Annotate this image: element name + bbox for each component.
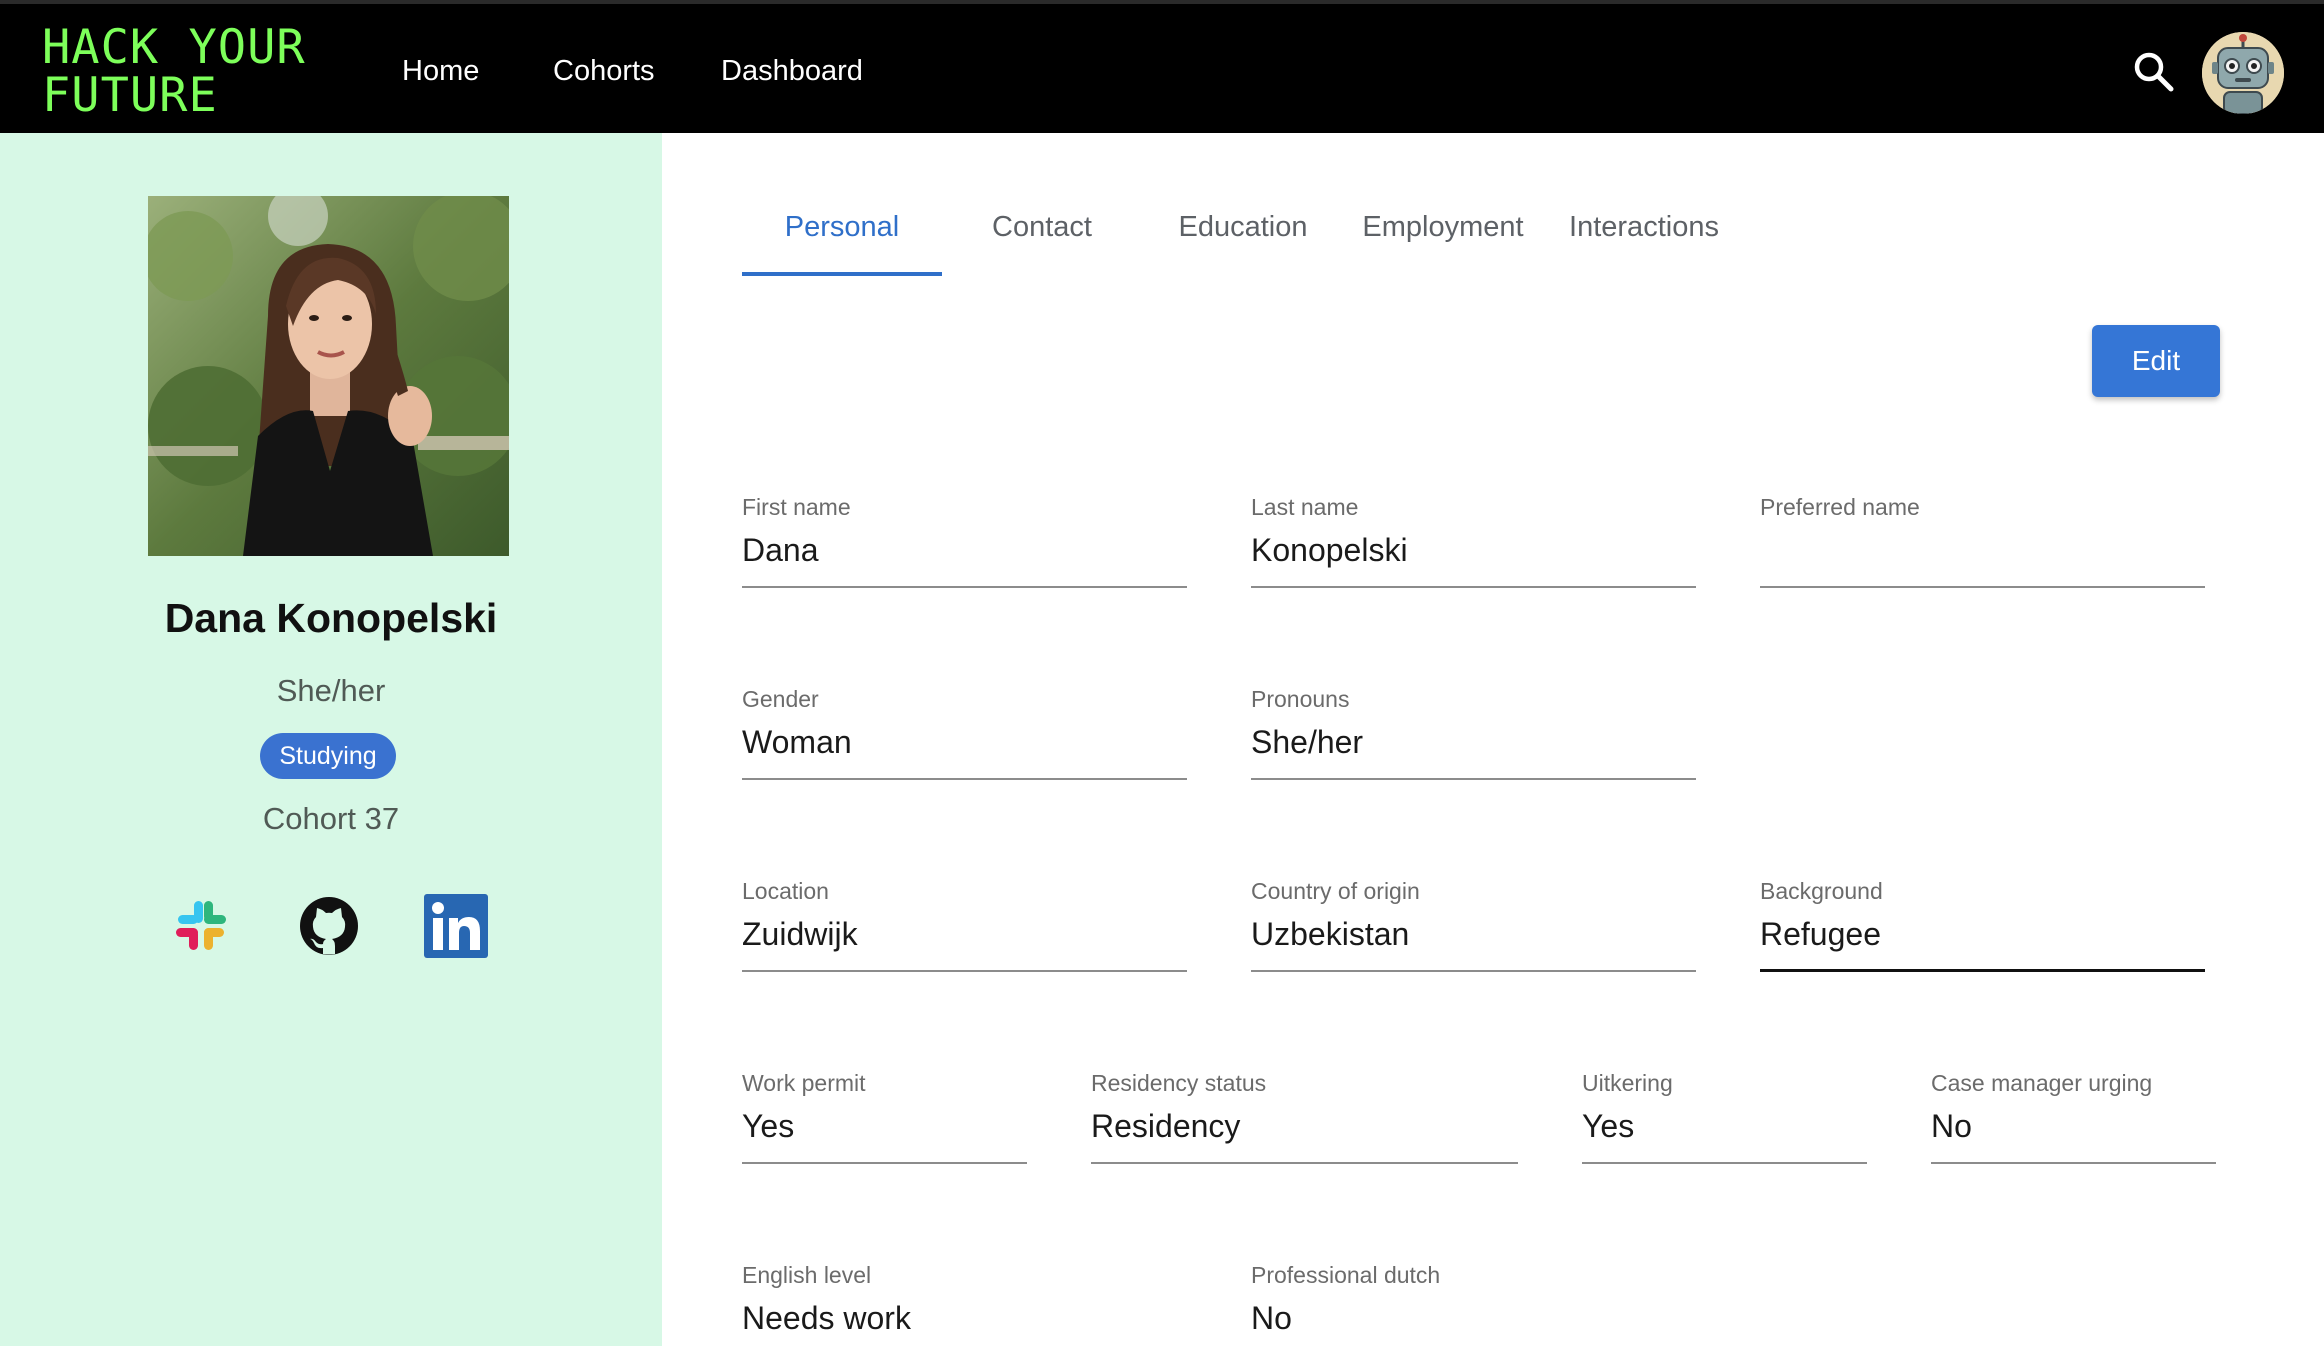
residency-status-field[interactable]: Residency status Residency bbox=[1091, 1070, 1518, 1164]
profile-photo bbox=[148, 196, 509, 556]
status-badge: Studying bbox=[260, 733, 396, 779]
tab-employment[interactable]: Employment bbox=[1358, 210, 1528, 244]
residency-status-value: Residency bbox=[1091, 1108, 1241, 1144]
case-manager-urging-field[interactable]: Case manager urging No bbox=[1931, 1070, 2216, 1164]
linkedin-icon[interactable] bbox=[423, 893, 489, 959]
top-navigation-bar: HACK YOUR FUTURE Home Cohorts Dashboard bbox=[0, 0, 2324, 133]
professional-dutch-value: No bbox=[1251, 1300, 1292, 1336]
location-field[interactable]: Location Zuidwijk bbox=[742, 878, 1187, 972]
pronouns-label: Pronouns bbox=[1251, 686, 1350, 712]
preferred-name-label: Preferred name bbox=[1760, 494, 1920, 520]
case-manager-urging-label: Case manager urging bbox=[1931, 1070, 2153, 1096]
english-level-value: Needs work bbox=[742, 1300, 911, 1336]
preferred-name-field[interactable]: Preferred name bbox=[1760, 494, 2205, 588]
english-level-field[interactable]: English level Needs work bbox=[742, 1262, 1187, 1346]
uitkering-field[interactable]: Uitkering Yes bbox=[1582, 1070, 1867, 1164]
case-manager-urging-value: No bbox=[1931, 1108, 1972, 1144]
tab-interactions[interactable]: Interactions bbox=[1562, 210, 1726, 244]
tab-contact[interactable]: Contact bbox=[972, 210, 1112, 244]
search-icon[interactable] bbox=[2130, 48, 2178, 96]
last-name-field[interactable]: Last name Konopelski bbox=[1251, 494, 1696, 588]
gender-field[interactable]: Gender Woman bbox=[742, 686, 1187, 780]
first-name-label: First name bbox=[742, 494, 851, 520]
background-value: Refugee bbox=[1760, 916, 1881, 952]
english-level-label: English level bbox=[742, 1262, 872, 1288]
tab-education[interactable]: Education bbox=[1168, 210, 1318, 244]
hyf-logo[interactable]: HACK YOUR FUTURE bbox=[42, 24, 306, 120]
nav-dashboard-link[interactable]: Dashboard bbox=[721, 54, 863, 88]
gender-label: Gender bbox=[742, 686, 819, 712]
country-of-origin-field[interactable]: Country of origin Uzbekistan bbox=[1251, 878, 1696, 972]
country-of-origin-label: Country of origin bbox=[1251, 878, 1420, 904]
logo-line-1: HACK YOUR bbox=[42, 20, 306, 75]
pronouns-field[interactable]: Pronouns She/her bbox=[1251, 686, 1696, 780]
first-name-field[interactable]: First name Dana bbox=[742, 494, 1187, 588]
background-field[interactable]: Background Refugee bbox=[1760, 878, 2205, 972]
active-tab-indicator bbox=[742, 272, 942, 276]
location-value: Zuidwijk bbox=[742, 916, 858, 952]
github-icon[interactable] bbox=[296, 893, 362, 959]
tab-personal[interactable]: Personal bbox=[742, 210, 942, 244]
last-name-label: Last name bbox=[1251, 494, 1359, 520]
edit-button[interactable]: Edit bbox=[2092, 325, 2220, 397]
pronouns-value: She/her bbox=[1251, 724, 1364, 760]
student-cohort: Cohort 37 bbox=[262, 801, 400, 836]
work-permit-label: Work permit bbox=[742, 1070, 866, 1096]
logo-line-2: FUTURE bbox=[42, 68, 218, 123]
uitkering-label: Uitkering bbox=[1582, 1070, 1673, 1096]
robot-avatar-icon bbox=[2202, 32, 2284, 114]
student-full-name: Dana Konopelski bbox=[164, 595, 498, 641]
residency-status-label: Residency status bbox=[1091, 1070, 1267, 1096]
gender-value: Woman bbox=[742, 724, 852, 760]
uitkering-value: Yes bbox=[1582, 1108, 1635, 1144]
country-of-origin-value: Uzbekistan bbox=[1251, 916, 1410, 952]
work-permit-value: Yes bbox=[742, 1108, 795, 1144]
last-name-value: Konopelski bbox=[1251, 532, 1408, 568]
background-label: Background bbox=[1760, 878, 1883, 904]
nav-cohorts-link[interactable]: Cohorts bbox=[553, 54, 655, 88]
user-avatar-button[interactable] bbox=[2202, 32, 2284, 114]
nav-home-link[interactable]: Home bbox=[402, 54, 479, 88]
location-label: Location bbox=[742, 878, 829, 904]
work-permit-field[interactable]: Work permit Yes bbox=[742, 1070, 1027, 1164]
first-name-value: Dana bbox=[742, 532, 819, 568]
professional-dutch-field[interactable]: Professional dutch No bbox=[1251, 1262, 1696, 1346]
profile-sidebar: Dana Konopelski She/her Studying Cohort … bbox=[0, 133, 662, 1346]
student-pronouns: She/her bbox=[276, 673, 386, 708]
slack-icon[interactable] bbox=[168, 893, 234, 959]
professional-dutch-label: Professional dutch bbox=[1251, 1262, 1441, 1288]
